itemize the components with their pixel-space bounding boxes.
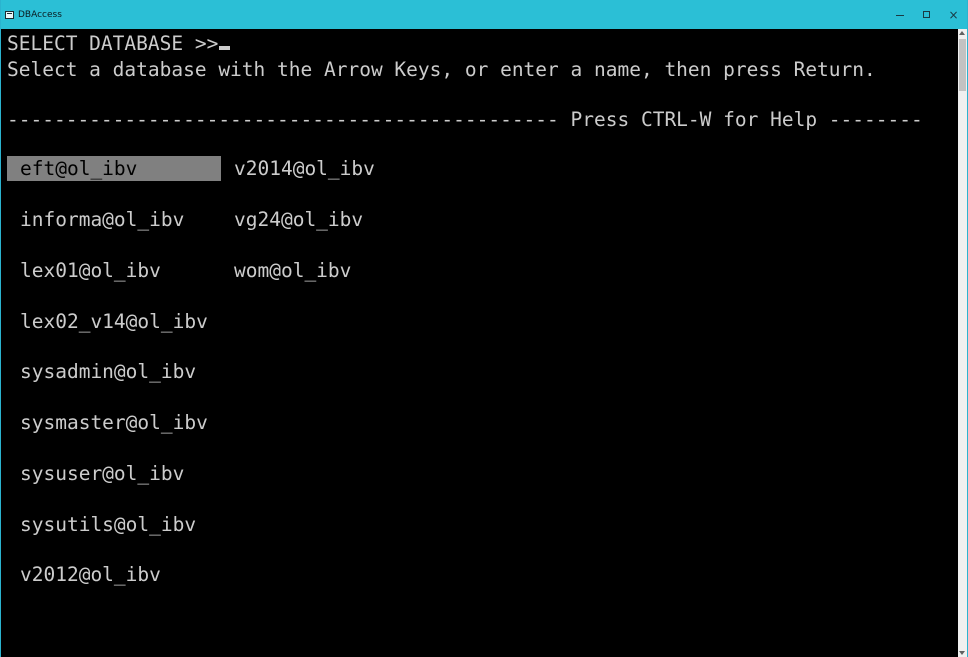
database-item-vg24[interactable]: vg24@ol_ibv [221, 207, 363, 232]
scroll-up-arrow-icon[interactable] [959, 31, 965, 35]
instruction-text: Select a database with the Arrow Keys, o… [7, 58, 876, 81]
maximize-button[interactable] [913, 0, 940, 29]
prompt-line[interactable]: SELECT DATABASE >> [7, 31, 231, 56]
database-item-sysuser[interactable]: sysuser@ol_ibv [7, 461, 184, 486]
close-button[interactable]: × [940, 0, 967, 29]
scroll-down-arrow-icon[interactable] [959, 651, 965, 655]
database-item-v2012[interactable]: v2012@ol_ibv [7, 562, 161, 587]
database-item-informa[interactable]: informa@ol_ibv [7, 207, 184, 232]
console-area[interactable]: SELECT DATABASE >> Select a database wit… [1, 29, 959, 657]
select-database-prompt: SELECT DATABASE >> [7, 32, 219, 55]
minimize-icon [895, 15, 904, 16]
database-item-lex01[interactable]: lex01@ol_ibv [7, 258, 161, 283]
window-controls: × [886, 0, 967, 29]
text-cursor [219, 46, 231, 50]
database-item-sysadmin[interactable]: sysadmin@ol_ibv [7, 359, 196, 384]
scroll-thumb[interactable] [959, 39, 966, 91]
database-item-sysutils[interactable]: sysutils@ol_ibv [7, 512, 196, 537]
close-icon: × [948, 7, 959, 22]
database-item-lex02-v14[interactable]: lex02_v14@ol_ibv [7, 309, 208, 334]
maximize-icon [923, 11, 930, 18]
vertical-scrollbar[interactable] [958, 29, 967, 657]
window-title: DBAccess [18, 9, 62, 20]
database-item-wom[interactable]: wom@ol_ibv [221, 258, 351, 283]
database-item-eft[interactable]: eft@ol_ibv [7, 156, 221, 181]
minimize-button[interactable] [886, 0, 913, 29]
console-app-icon [5, 10, 14, 19]
database-item-sysmaster[interactable]: sysmaster@ol_ibv [7, 410, 208, 435]
title-bar[interactable]: DBAccess × [1, 0, 967, 29]
help-divider: ----------------------------------------… [7, 108, 923, 131]
dbaccess-window: DBAccess × SELECT DATABASE >> Select a d… [0, 0, 968, 657]
database-item-v2014[interactable]: v2014@ol_ibv [221, 156, 375, 181]
